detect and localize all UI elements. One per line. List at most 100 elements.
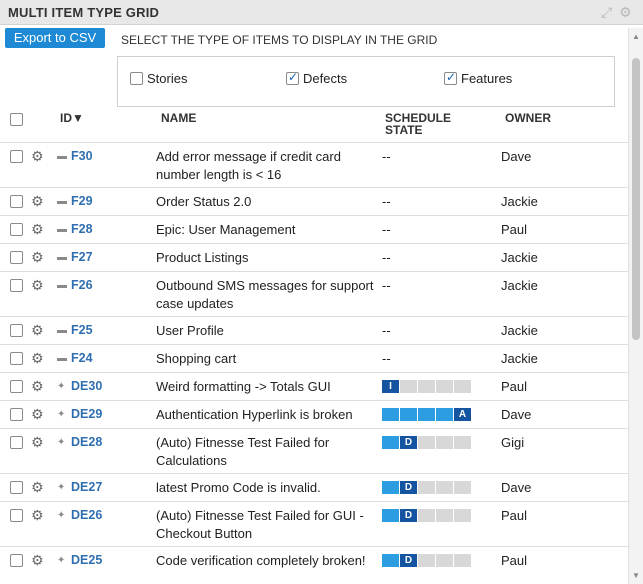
schedule-state-current[interactable]: D [400, 509, 417, 522]
vertical-scrollbar[interactable]: ▲ ▼ [628, 28, 643, 584]
table-row[interactable]: ⚙ ✦ DE29 Authentication Hyperlink is broken… [0, 400, 628, 428]
row-gear-icon[interactable]: ⚙ [31, 435, 44, 449]
row-gear-icon[interactable]: ⚙ [31, 480, 44, 494]
column-header-id[interactable]: ID▼ [60, 112, 84, 124]
scroll-down-icon[interactable]: ▼ [632, 571, 640, 580]
row-id-link[interactable]: F25 [71, 323, 93, 337]
schedule-state-segment[interactable] [436, 436, 453, 449]
gear-icon[interactable]: ⚙ [619, 3, 632, 21]
table-row[interactable]: ⚙ ✦ DE28 (Auto) Fitnesse Test Failed for Ca… [0, 428, 628, 473]
schedule-state-segment[interactable] [454, 481, 471, 494]
row-id-link[interactable]: DE28 [71, 435, 102, 449]
select-all-checkbox[interactable] [10, 113, 23, 126]
schedule-state-segment[interactable] [436, 380, 453, 393]
schedule-state-segment[interactable] [418, 380, 435, 393]
scroll-up-icon[interactable]: ▲ [632, 32, 640, 41]
schedule-state-segment[interactable] [382, 509, 399, 522]
row-gear-icon[interactable]: ⚙ [31, 323, 44, 337]
filter-stories[interactable]: Stories [130, 71, 187, 86]
schedule-state-segment[interactable] [454, 509, 471, 522]
scrollbar-thumb[interactable] [632, 58, 640, 340]
row-checkbox[interactable] [10, 195, 23, 208]
table-row[interactable]: ⚙ ▬ F26 Outbound SMS messages for support c… [0, 271, 628, 316]
row-id-link[interactable]: F24 [71, 351, 93, 365]
row-id-link[interactable]: DE26 [71, 508, 102, 522]
schedule-state-bar[interactable]: D [382, 554, 472, 567]
expand-icon[interactable]: ⤢ [601, 3, 612, 21]
export-to-csv-button[interactable]: Export to CSV [5, 28, 105, 48]
row-gear-icon[interactable]: ⚙ [31, 407, 44, 421]
row-gear-icon[interactable]: ⚙ [31, 351, 44, 365]
schedule-state-segment[interactable] [400, 380, 417, 393]
schedule-state-bar[interactable]: D [382, 509, 472, 522]
row-id-link[interactable]: F30 [71, 149, 93, 163]
row-checkbox[interactable] [10, 223, 23, 236]
schedule-state-segment[interactable] [454, 554, 471, 567]
table-row[interactable]: ⚙ ▬ F25 User Profile -- Jackie [0, 316, 628, 344]
column-header-owner[interactable]: OWNER [505, 112, 551, 124]
features-checkbox[interactable] [444, 70, 457, 85]
row-id-link[interactable]: DE27 [71, 480, 102, 494]
column-header-name[interactable]: NAME [161, 112, 196, 124]
table-row[interactable]: ⚙ ▬ F29 Order Status 2.0 -- Jackie [0, 187, 628, 215]
schedule-state-segment[interactable] [400, 408, 417, 421]
table-row[interactable]: ⚙ ✦ DE26 (Auto) Fitnesse Test Failed for GU… [0, 501, 628, 546]
table-row[interactable]: ⚙ ▬ F24 Shopping cart -- Jackie [0, 344, 628, 372]
row-checkbox[interactable] [10, 251, 23, 264]
row-checkbox[interactable] [10, 324, 23, 337]
table-row[interactable]: ⚙ ✦ DE27 latest Promo Code is invalid. D Dave [0, 473, 628, 501]
schedule-state-bar[interactable]: I [382, 380, 472, 393]
column-header-schedule-state[interactable]: SCHEDULE STATE [385, 112, 451, 136]
row-checkbox[interactable] [10, 150, 23, 163]
row-gear-icon[interactable]: ⚙ [31, 379, 44, 393]
filter-defects[interactable]: Defects [286, 70, 347, 86]
schedule-state-segment[interactable] [382, 436, 399, 449]
defects-checkbox[interactable] [286, 70, 299, 85]
schedule-state-current[interactable]: D [400, 436, 417, 449]
table-row[interactable]: ⚙ ▬ F30 Add error message if credit card nu… [0, 142, 628, 187]
schedule-state-segment[interactable] [418, 554, 435, 567]
row-gear-icon[interactable]: ⚙ [31, 149, 44, 163]
table-row[interactable]: ⚙ ▬ F27 Product Listings -- Jackie [0, 243, 628, 271]
row-gear-icon[interactable]: ⚙ [31, 278, 44, 292]
row-checkbox[interactable] [10, 481, 23, 494]
schedule-state-current[interactable]: I [382, 380, 399, 393]
row-id-link[interactable]: DE29 [71, 407, 102, 421]
row-id-link[interactable]: DE30 [71, 379, 102, 393]
row-checkbox[interactable] [10, 380, 23, 393]
schedule-state-segment[interactable] [418, 481, 435, 494]
schedule-state-segment[interactable] [418, 436, 435, 449]
row-checkbox[interactable] [10, 509, 23, 522]
schedule-state-segment[interactable] [454, 380, 471, 393]
row-id-link[interactable]: F26 [71, 278, 93, 292]
row-checkbox[interactable] [10, 554, 23, 567]
schedule-state-segment[interactable] [382, 481, 399, 494]
table-row[interactable]: ⚙ ✦ DE25 Code verification completely broke… [0, 546, 628, 584]
schedule-state-segment[interactable] [382, 554, 399, 567]
schedule-state-segment[interactable] [436, 509, 453, 522]
row-checkbox[interactable] [10, 352, 23, 365]
row-id-link[interactable]: DE25 [71, 553, 102, 567]
row-checkbox[interactable] [10, 436, 23, 449]
schedule-state-segment[interactable] [454, 436, 471, 449]
row-gear-icon[interactable]: ⚙ [31, 508, 44, 522]
schedule-state-segment[interactable] [436, 408, 453, 421]
schedule-state-segment[interactable] [418, 509, 435, 522]
table-row[interactable]: ⚙ ✦ DE30 Weird formatting -> Totals GUI I Pau… [0, 372, 628, 400]
row-gear-icon[interactable]: ⚙ [31, 194, 44, 208]
row-gear-icon[interactable]: ⚙ [31, 553, 44, 567]
schedule-state-current[interactable]: D [400, 554, 417, 567]
schedule-state-segment[interactable] [418, 408, 435, 421]
row-checkbox[interactable] [10, 279, 23, 292]
row-id-link[interactable]: F28 [71, 222, 93, 236]
stories-checkbox[interactable] [130, 72, 143, 85]
row-id-link[interactable]: F27 [71, 250, 93, 264]
schedule-state-bar[interactable]: D [382, 481, 472, 494]
schedule-state-bar[interactable]: D [382, 436, 472, 449]
schedule-state-current[interactable]: D [400, 481, 417, 494]
filter-features[interactable]: Features [444, 70, 512, 86]
row-checkbox[interactable] [10, 408, 23, 421]
schedule-state-current[interactable]: A [454, 408, 471, 421]
row-gear-icon[interactable]: ⚙ [31, 222, 44, 236]
schedule-state-segment[interactable] [436, 481, 453, 494]
